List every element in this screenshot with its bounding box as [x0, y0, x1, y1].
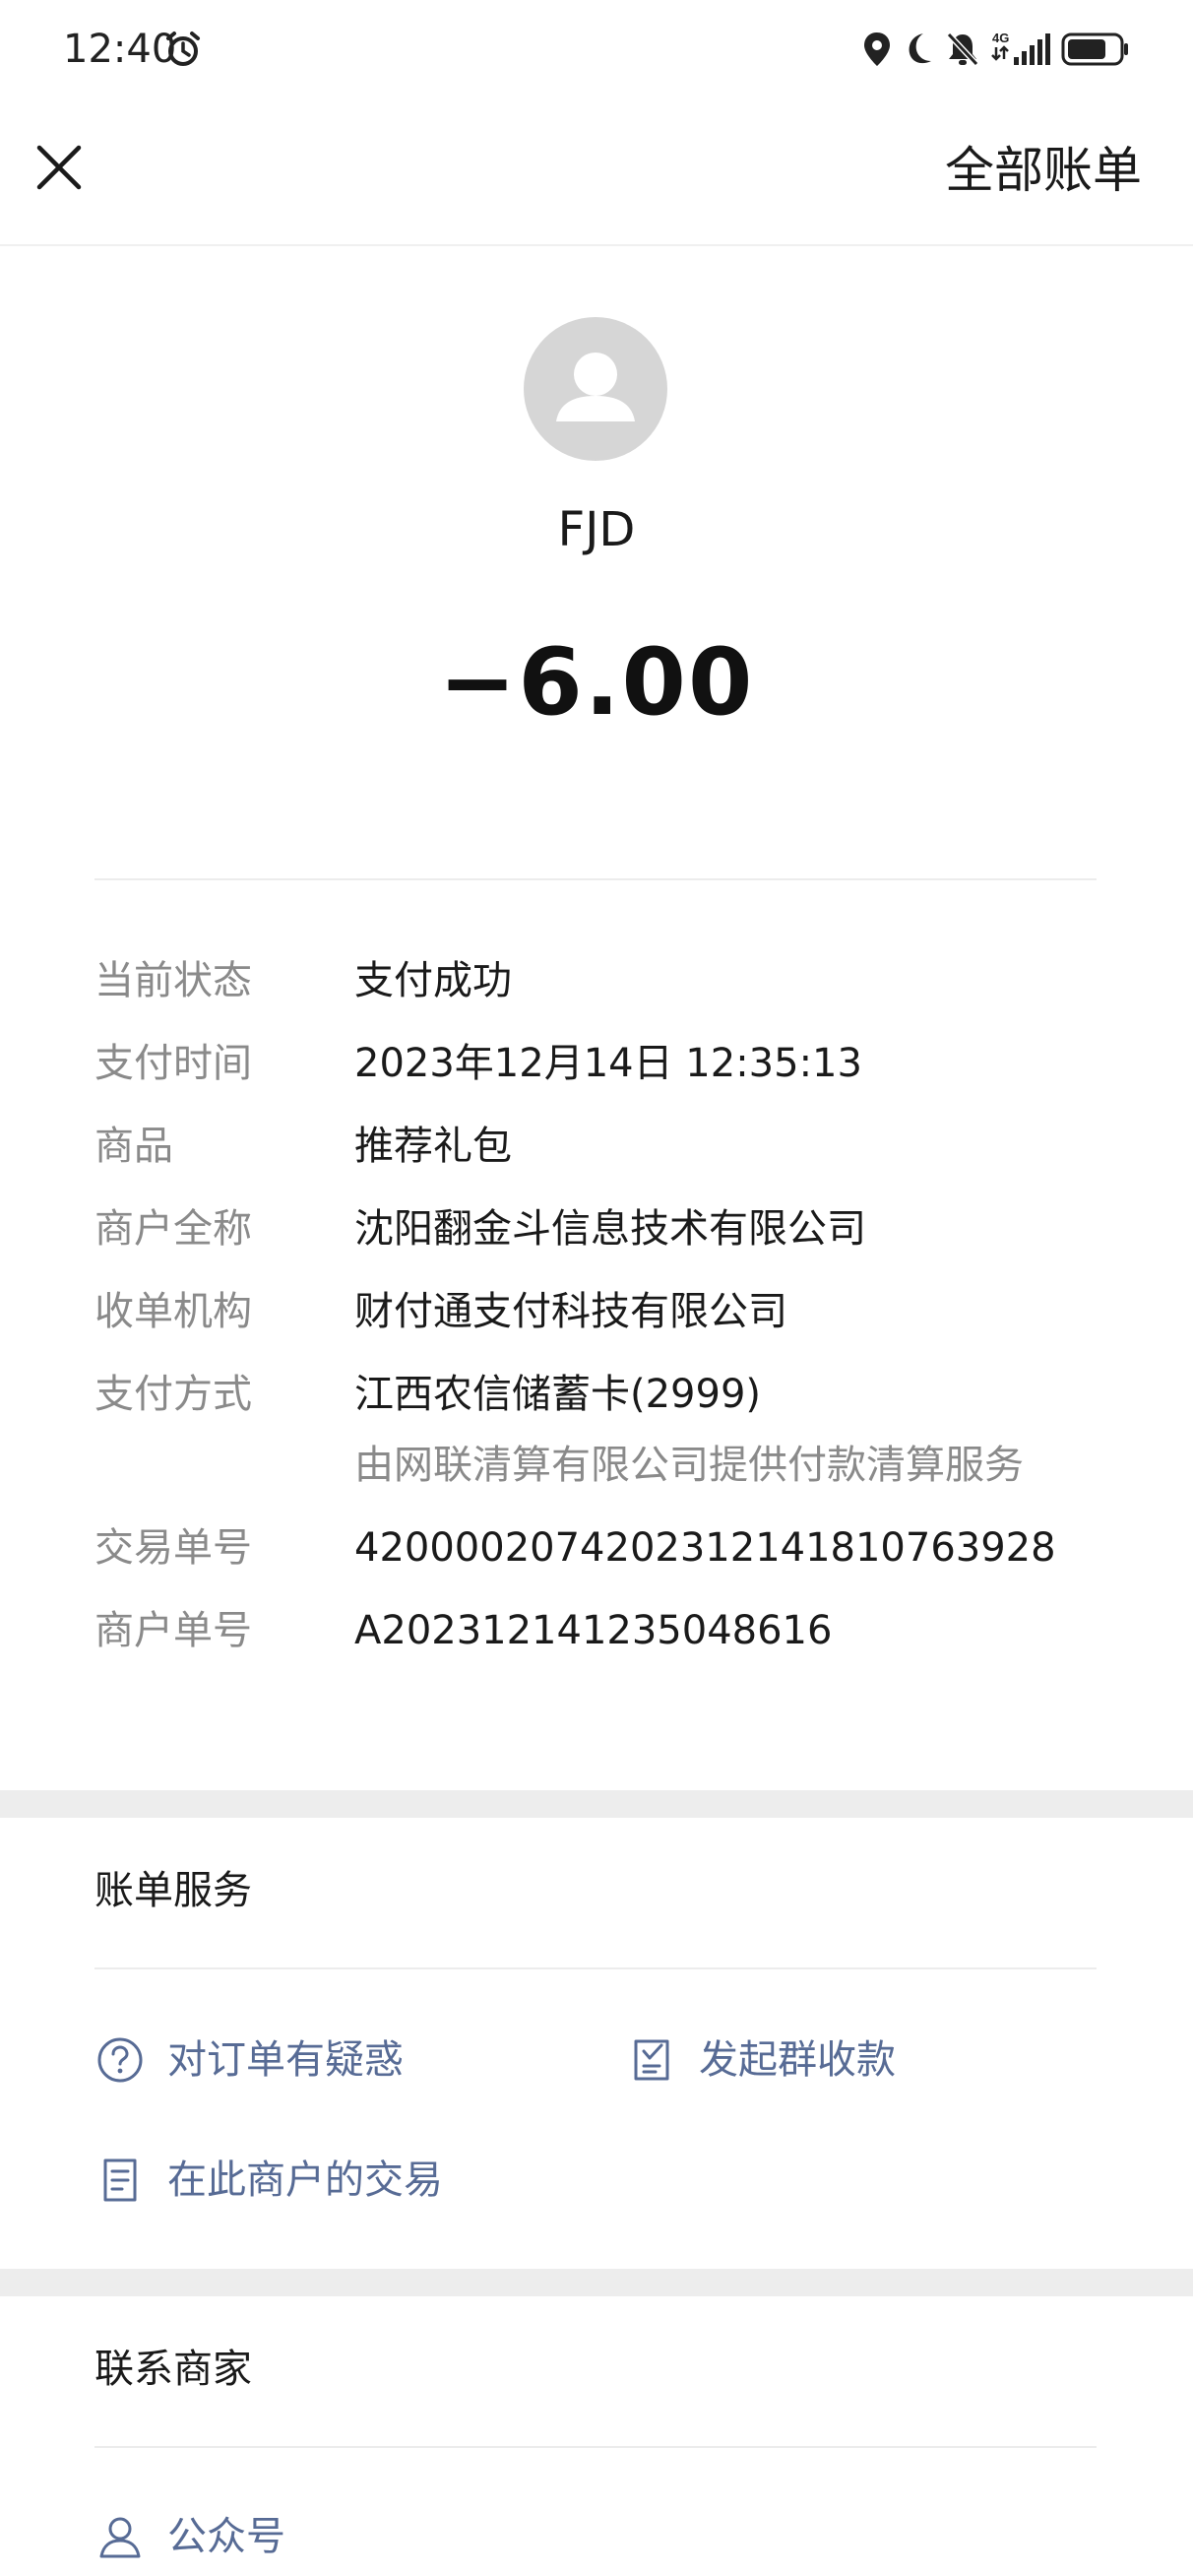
action-label: 发起群收款 [699, 2037, 896, 2083]
svg-text:4G: 4G [992, 31, 1009, 45]
location-icon [862, 31, 892, 68]
question-circle-icon [94, 2034, 146, 2086]
detail-value[interactable]: A202312141235048616 [354, 1608, 832, 1653]
avatar [524, 317, 667, 461]
detail-value: 财付通支付科技有限公司 [354, 1289, 787, 1334]
detail-value: 推荐礼包 [354, 1124, 512, 1169]
detail-row-product: 商品 推荐礼包 [94, 1117, 1118, 1176]
divider [94, 2446, 1097, 2448]
detail-row-transaction-id: 交易单号 4200002074202312141810763928 [94, 1518, 1118, 1578]
status-bar: 12:40 4G [0, 0, 1193, 98]
section-separator [0, 1790, 1193, 1818]
default-avatar-icon [556, 353, 635, 421]
detail-sub-note: 由网联清算有限公司提供付款清算服务 [354, 1443, 1024, 1488]
payment-amount: −6.00 [438, 629, 755, 737]
official-account-link[interactable]: 公众号 [94, 2507, 285, 2566]
detail-label: 商户全称 [94, 1206, 252, 1252]
detail-label: 支付时间 [94, 1041, 252, 1086]
action-label: 在此商户的交易 [167, 2157, 443, 2203]
section-separator [0, 2269, 1193, 2296]
close-icon [36, 145, 82, 190]
all-bills-link[interactable]: 全部账单 [945, 136, 1142, 205]
status-indicators: 4G [862, 28, 1130, 71]
order-question-link[interactable]: 对订单有疑惑 [94, 2030, 404, 2090]
status-time: 12:40 [63, 27, 177, 72]
group-collect-link[interactable]: 发起群收款 [626, 2030, 896, 2090]
battery-icon [1061, 32, 1130, 67]
transaction-details: 当前状态 支付成功 支付时间 2023年12月14日 12:35:13 商品 推… [94, 951, 1118, 1684]
detail-value: 2023年12月14日 12:35:13 [354, 1041, 862, 1086]
detail-value: 沈阳翻金斗信息技术有限公司 [354, 1206, 866, 1252]
detail-value: 支付成功 [354, 958, 512, 1003]
detail-row-payment-method: 支付方式 江西农信储蓄卡(2999) 由网联清算有限公司提供付款清算服务 [94, 1365, 1118, 1495]
group-collect-icon [626, 2034, 677, 2086]
detail-row-pay-time: 支付时间 2023年12月14日 12:35:13 [94, 1034, 1118, 1093]
detail-label: 当前状态 [94, 958, 252, 1003]
close-button[interactable] [22, 130, 96, 205]
detail-label: 交易单号 [94, 1525, 252, 1571]
mute-bell-icon [945, 31, 980, 68]
payee-name: FJD [557, 502, 636, 557]
merchant-transactions-link[interactable]: 在此商户的交易 [94, 2151, 443, 2210]
contact-merchant-title: 联系商家 [94, 2347, 252, 2392]
top-nav-bar: 全部账单 [0, 98, 1193, 246]
action-label: 对订单有疑惑 [167, 2037, 404, 2083]
detail-label: 商户单号 [94, 1608, 252, 1653]
bill-services-title: 账单服务 [94, 1868, 252, 1913]
detail-row-status: 当前状态 支付成功 [94, 951, 1118, 1010]
detail-label: 收单机构 [94, 1289, 252, 1334]
detail-row-acquirer: 收单机构 财付通支付科技有限公司 [94, 1282, 1118, 1341]
detail-label: 商品 [94, 1124, 173, 1169]
divider [94, 878, 1097, 880]
detail-row-merchant-order-id: 商户单号 A202312141235048616 [94, 1601, 1118, 1660]
alarm-icon [163, 30, 203, 69]
detail-row-merchant-name: 商户全称 沈阳翻金斗信息技术有限公司 [94, 1199, 1118, 1258]
document-icon [94, 2155, 146, 2206]
moon-icon [902, 32, 935, 67]
detail-label: 支付方式 [94, 1372, 252, 1417]
detail-value[interactable]: 4200002074202312141810763928 [354, 1525, 1056, 1571]
action-label: 公众号 [167, 2514, 285, 2559]
divider [94, 1967, 1097, 1969]
detail-value: 江西农信储蓄卡(2999) [354, 1372, 762, 1417]
signal-icon: 4G [990, 30, 1051, 69]
user-icon [94, 2511, 146, 2562]
